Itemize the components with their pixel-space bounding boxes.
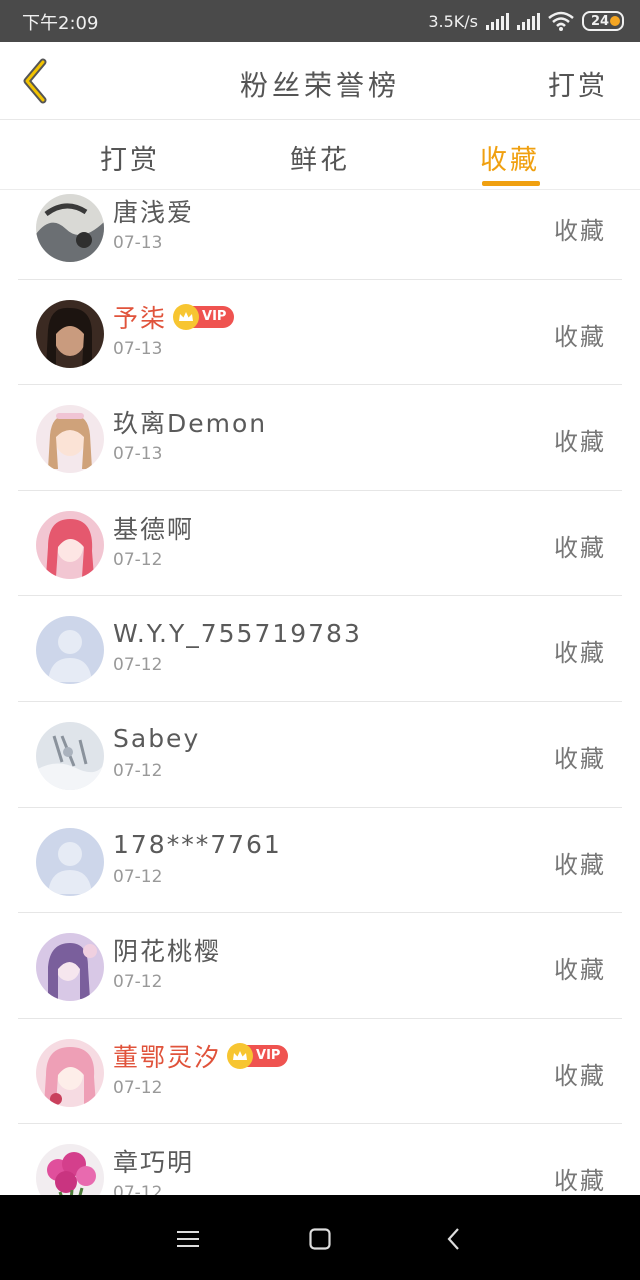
fan-date: 07-12 (113, 866, 163, 887)
battery-level: 24 (590, 13, 610, 29)
fan-name-wrap: Sabey (113, 722, 200, 756)
fan-date: 07-13 (113, 444, 163, 465)
fan-date: 07-12 (113, 655, 163, 676)
status-indicators: 3.5K/s 24 (428, 9, 624, 33)
fan-row[interactable]: 玖离Demon 07-13 收藏 (18, 385, 622, 491)
fan-date: 07-13 (113, 233, 163, 253)
menu-icon (177, 1231, 199, 1247)
fan-date: 07-12 (113, 972, 163, 993)
fan-row[interactable]: 董鄂灵汐 VIP 07-12 收藏 (18, 1019, 622, 1125)
fan-row[interactable]: 178***7761 07-12 收藏 (18, 808, 622, 914)
fan-name-wrap: 董鄂灵汐 VIP (113, 1039, 289, 1073)
fan-row[interactable]: W.Y.Y_755719783 07-12 收藏 (18, 596, 622, 702)
fan-action-label: 收藏 (554, 1167, 606, 1195)
default-user-avatar[interactable] (36, 616, 104, 685)
tab-favorites[interactable]: 收藏 (450, 120, 570, 190)
anime-pink-avatar[interactable] (36, 510, 104, 579)
signal-icon-2 (517, 12, 540, 30)
fan-action-label: 收藏 (554, 956, 606, 985)
page-title: 粉丝荣誉榜 (239, 69, 400, 102)
fan-name: 予柒 (113, 303, 168, 333)
fan-name: 基德啊 (113, 514, 195, 544)
default-user-avatar[interactable] (36, 827, 104, 896)
fan-row[interactable]: 阴花桃樱 07-12 收藏 (18, 913, 622, 1019)
signal-icon (486, 12, 509, 30)
menu-button[interactable] (168, 1219, 208, 1259)
fan-action-label: 收藏 (554, 744, 606, 773)
fan-name: W.Y.Y_755719783 (113, 618, 362, 648)
status-bar: 下午2:09 3.5K/s 24 (0, 0, 640, 42)
flower-avatar[interactable] (36, 1144, 104, 1195)
fan-name: 玖离Demon (113, 409, 268, 439)
fan-date: 07-13 (113, 338, 163, 359)
crown-icon (227, 1042, 254, 1069)
fan-name: 阴花桃樱 (113, 937, 222, 967)
back-triangle-icon (447, 1228, 459, 1250)
wifi-icon (548, 11, 574, 31)
fan-name-wrap: 予柒 VIP (113, 300, 235, 334)
battery-icon: 24 (582, 11, 624, 31)
photo-avatar[interactable] (36, 299, 104, 368)
fan-name-wrap: 玖离Demon (113, 405, 267, 439)
status-time: 下午2:09 (22, 13, 99, 34)
fan-row[interactable]: 予柒 VIP 07-13 收藏 (18, 280, 622, 386)
fan-action-label: 收藏 (554, 1061, 606, 1090)
fan-name-wrap: 基德啊 (113, 511, 194, 545)
fan-action-label: 收藏 (554, 639, 606, 668)
fan-name: 178***7761 (113, 830, 282, 860)
system-nav-bar (0, 1195, 640, 1280)
vip-badge: VIP (227, 1042, 289, 1069)
fan-row[interactable]: Sabey 07-12 收藏 (18, 702, 622, 808)
home-square-icon (309, 1228, 331, 1250)
title-bar: 粉丝荣誉榜 打赏 (0, 42, 640, 120)
fan-name-wrap: 唐浅爱 (113, 194, 194, 228)
fan-row[interactable]: 章巧明 07-12 收藏 (18, 1124, 622, 1195)
fan-date: 07-12 (113, 549, 163, 570)
fan-date: 07-12 (113, 760, 163, 781)
fan-action-label: 收藏 (554, 850, 606, 879)
fan-row[interactable]: 基德啊 07-12 收藏 (18, 491, 622, 597)
fan-date: 07-12 (113, 1077, 163, 1098)
fan-action-label: 收藏 (554, 322, 606, 351)
snow-scene-avatar[interactable] (36, 721, 104, 790)
home-button[interactable] (300, 1219, 340, 1259)
ink-landscape-avatar[interactable] (36, 194, 104, 262)
fan-name: 董鄂灵汐 (113, 1042, 222, 1072)
fan-action-label: 收藏 (554, 428, 606, 457)
fan-action-label: 收藏 (554, 217, 606, 245)
anime-girl-avatar[interactable] (36, 405, 104, 474)
fan-name: 章巧明 (113, 1148, 195, 1178)
fan-name-wrap: W.Y.Y_755719783 (113, 616, 362, 650)
fan-name: 唐浅爱 (113, 198, 195, 227)
anime-pink-hair-avatar[interactable] (36, 1038, 104, 1107)
fan-list[interactable]: 唐浅爱 07-13 收藏 予柒 VIP 07-13 收藏 玖离Demon 07-13 收藏 基德啊 0… (0, 191, 640, 1195)
network-speed: 3.5K/s (428, 11, 478, 31)
tip-action-button[interactable]: 打赏 (548, 64, 608, 103)
fan-name-wrap: 章巧明 (113, 1144, 194, 1178)
fan-row[interactable]: 唐浅爱 07-13 收藏 (18, 191, 622, 280)
tab-bar: 打赏 鲜花 收藏 (0, 120, 640, 190)
tab-flowers[interactable]: 鲜花 (260, 120, 380, 190)
vip-badge: VIP (173, 303, 235, 330)
anime-purple-avatar[interactable] (36, 933, 104, 1002)
system-back-button[interactable] (434, 1219, 474, 1259)
fan-name-wrap: 阴花桃樱 (113, 933, 221, 967)
active-tab-indicator (482, 181, 540, 186)
vip-label: VIP (256, 1048, 281, 1064)
fan-name-wrap: 178***7761 (113, 828, 282, 862)
fan-action-label: 收藏 (554, 533, 606, 562)
crown-icon (173, 303, 200, 330)
tab-tip[interactable]: 打赏 (70, 120, 190, 190)
fan-name: Sabey (113, 724, 201, 754)
fan-date: 07-12 (113, 1183, 163, 1195)
vip-label: VIP (202, 309, 227, 325)
